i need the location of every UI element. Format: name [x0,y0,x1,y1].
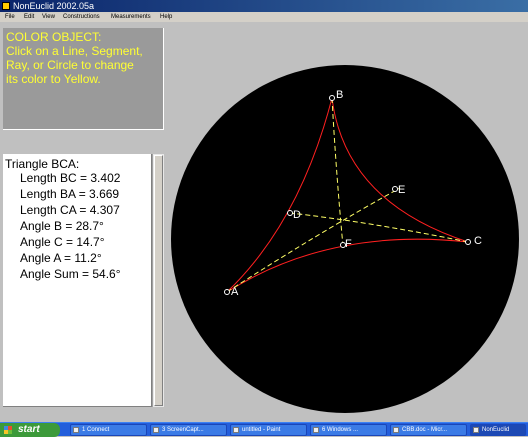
taskbar-button-label: 6 Windows ... [322,427,359,433]
taskbar-button-label: 3 ScreenCapt... [162,427,204,433]
program-icon [73,427,79,433]
menu-view[interactable]: View [42,12,55,22]
taskbar-button-active[interactable]: NonEuclid [470,424,526,436]
taskbar-button[interactable]: untitled - Paint [230,424,307,436]
taskbar-button-label: 1 Connect [82,427,110,433]
point-b[interactable] [329,95,335,101]
window-title: NonEuclid 2002.05a [13,1,95,11]
program-icon [233,427,239,433]
point-e[interactable] [392,186,398,192]
taskbar-button-label: CBB.doc - Micr... [402,427,448,433]
poincare-disk-canvas[interactable]: A B C D E F [0,22,528,422]
program-icon [313,427,319,433]
menu-file[interactable]: File [5,12,15,22]
point-label-f: F [345,238,352,250]
menu-bar: File Edit View Constructions Measurement… [0,12,528,22]
point-label-d: D [293,209,301,221]
start-label: start [18,424,40,435]
windows-logo-icon [4,426,12,434]
point-c[interactable] [465,239,471,245]
taskbar-button-label: untitled - Paint [242,427,281,433]
taskbar-button[interactable]: 6 Windows ... [310,424,387,436]
point-label-a: A [231,286,239,298]
point-label-b: B [336,89,343,101]
taskbar: start 1 Connect 3 ScreenCapt... untitled… [0,422,528,437]
program-icon [393,427,399,433]
client-area: COLOR OBJECT: Click on a Line, Segment, … [0,22,528,422]
program-icon [153,427,159,433]
taskbar-button[interactable]: 3 ScreenCapt... [150,424,227,436]
start-button[interactable]: start [0,423,60,437]
point-a[interactable] [224,289,230,295]
title-bar[interactable]: NonEuclid 2002.05a [0,0,528,12]
taskbar-button-label: NonEuclid [482,427,510,433]
app-icon [2,2,10,10]
menu-constructions[interactable]: Constructions [63,12,100,22]
taskbar-button[interactable]: 1 Connect [70,424,147,436]
taskbar-button[interactable]: CBB.doc - Micr... [390,424,467,436]
menu-help[interactable]: Help [160,12,172,22]
menu-measurements[interactable]: Measurements [111,12,151,22]
program-icon [473,427,479,433]
point-d[interactable] [287,210,293,216]
point-label-e: E [398,184,405,196]
point-label-c: C [474,235,482,247]
menu-edit[interactable]: Edit [24,12,34,22]
